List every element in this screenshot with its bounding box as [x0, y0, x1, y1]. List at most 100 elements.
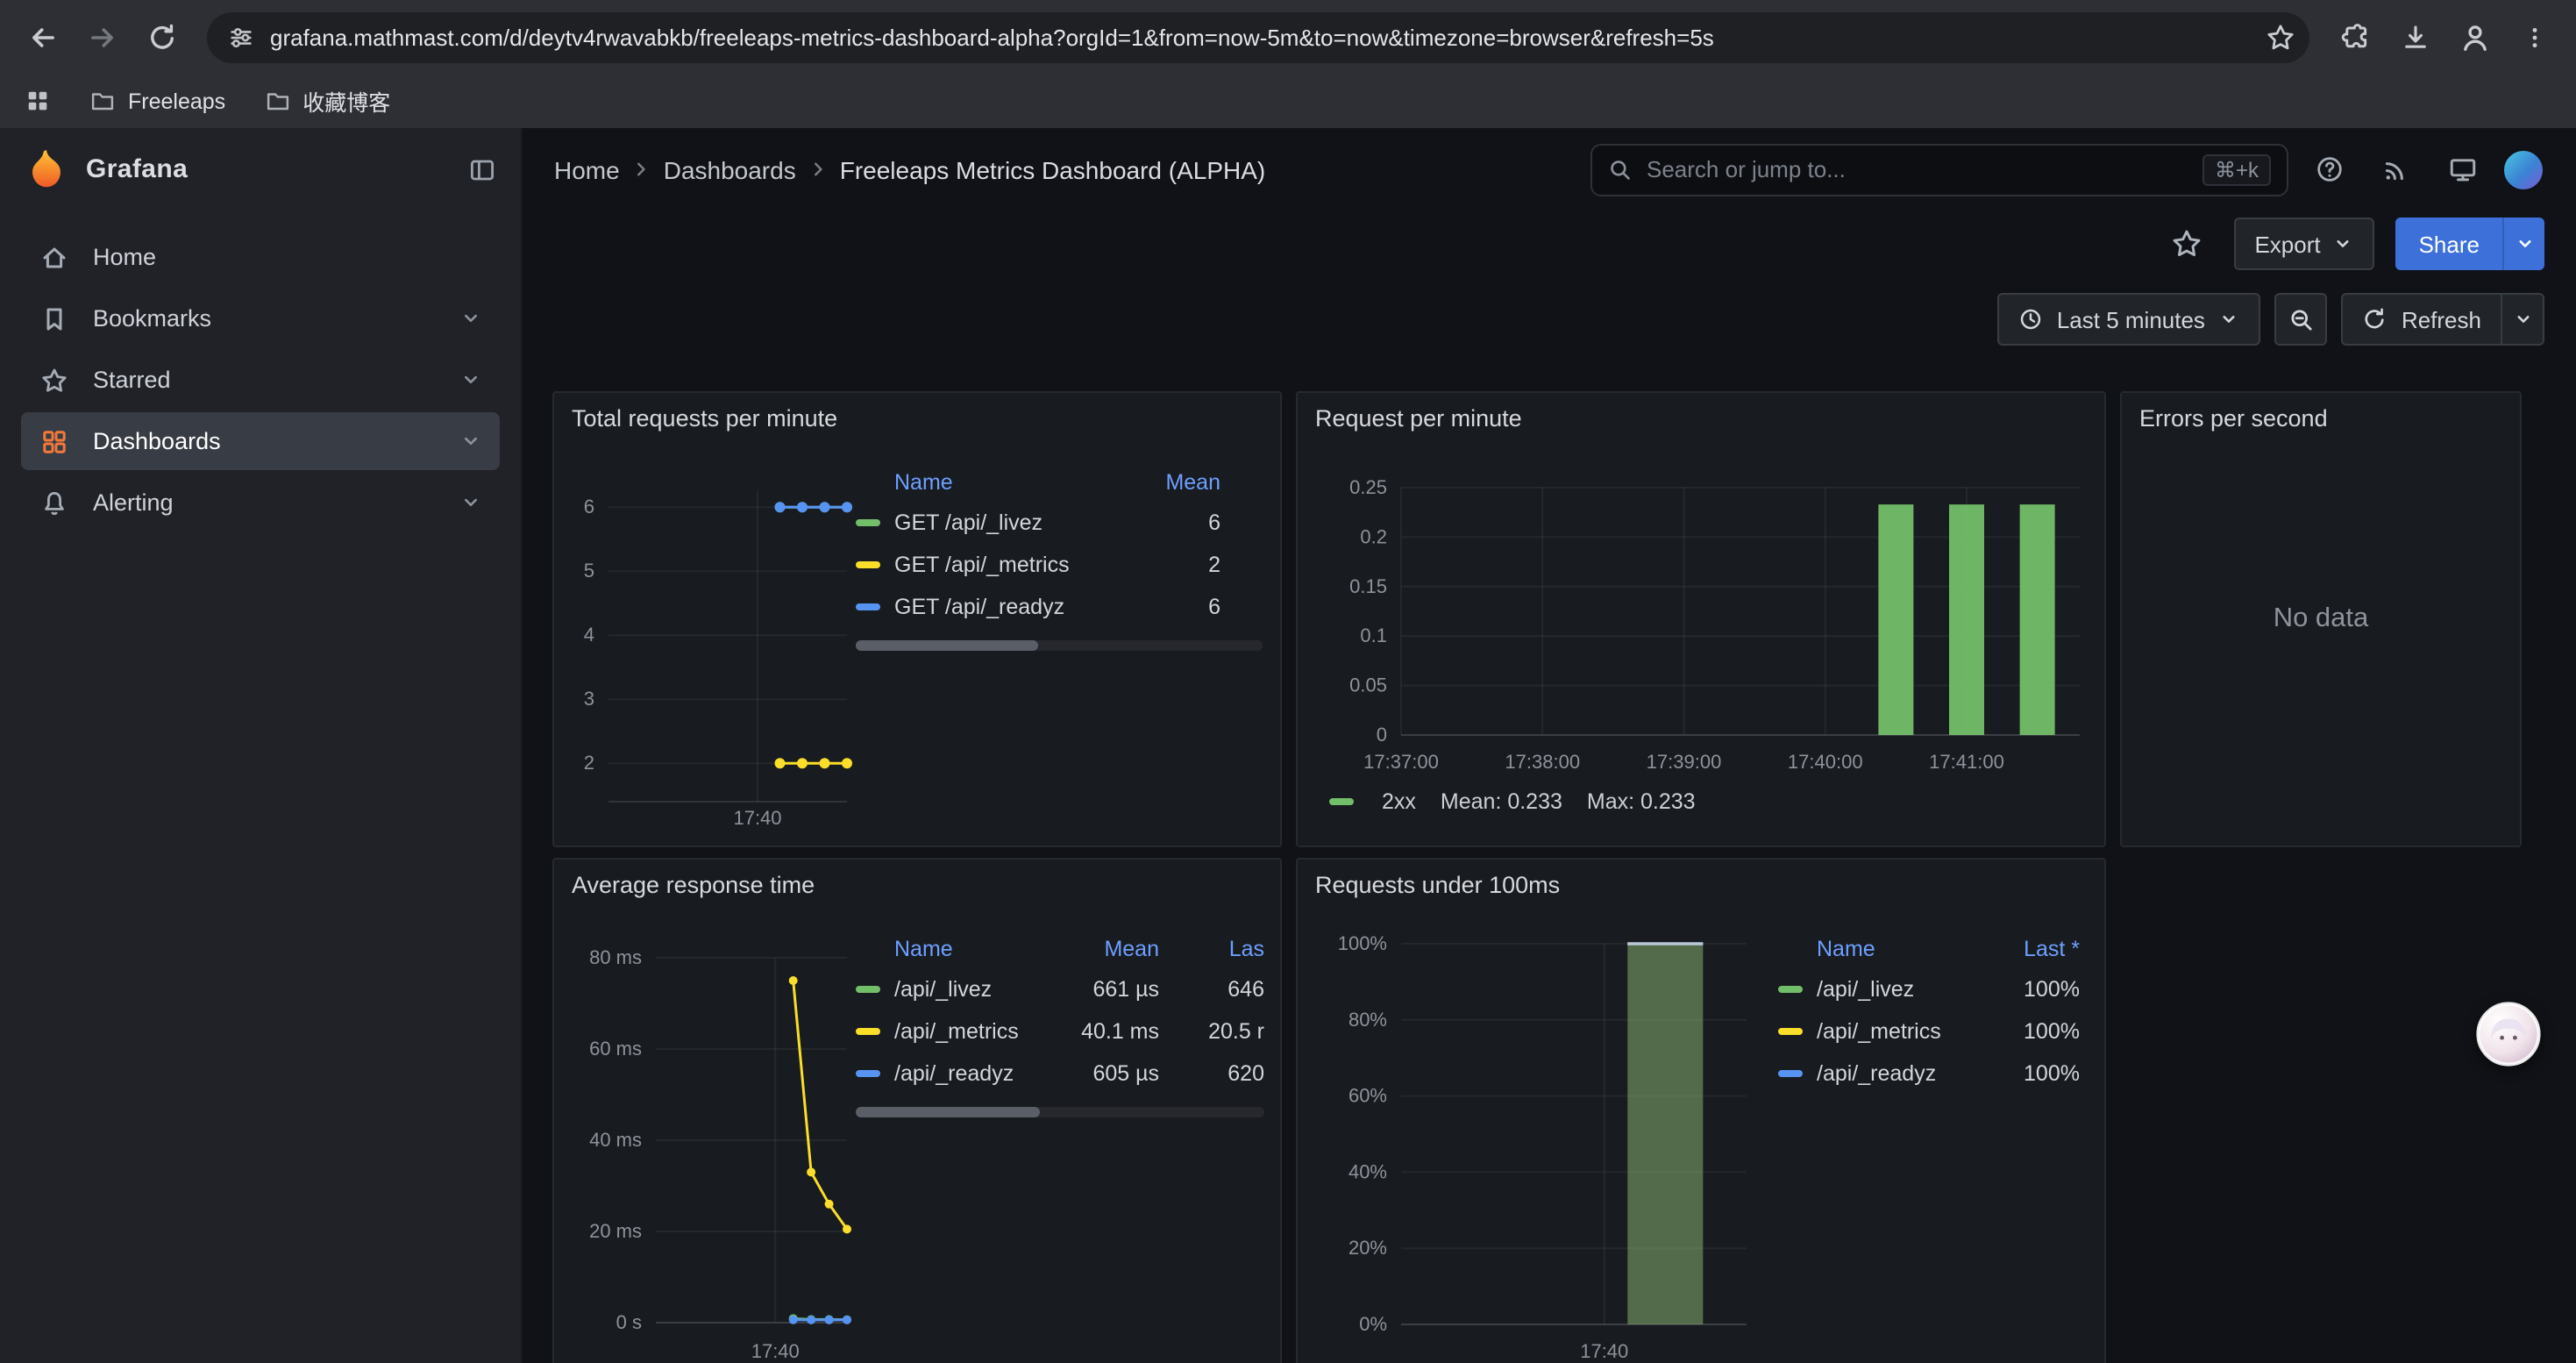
user-avatar[interactable] — [2502, 148, 2544, 190]
search-input[interactable]: Search or jump to... ⌘+k — [1590, 143, 2288, 196]
svg-text:0.25: 0.25 — [1349, 476, 1387, 498]
series-last: 100% — [1989, 1019, 2080, 1044]
browser-menu-icon[interactable] — [2506, 9, 2562, 65]
svg-text:17:40: 17:40 — [733, 807, 781, 829]
series-name[interactable]: GET /api/_metrics — [894, 553, 1115, 577]
forward-icon[interactable] — [74, 9, 130, 65]
request-per-minute-chart[interactable]: 00.050.10.150.20.2517:37:0017:38:0017:39… — [1299, 395, 2106, 847]
time-range-picker[interactable]: Last 5 minutes — [1997, 293, 2261, 346]
export-button[interactable]: Export — [2233, 218, 2374, 270]
panel-total-requests-per-minute[interactable]: Total requests per minute 2345617:40 Nam… — [552, 391, 1282, 847]
site-settings-icon[interactable] — [228, 24, 254, 50]
series-name[interactable]: /api/_livez — [1817, 977, 1989, 1002]
chevron-down-icon[interactable] — [459, 430, 482, 453]
grafana-logo-icon[interactable] — [25, 147, 68, 191]
svg-text:0: 0 — [1377, 724, 1387, 746]
series-name[interactable]: /api/_metrics — [1817, 1019, 1989, 1044]
zoom-out-button[interactable] — [2275, 293, 2328, 346]
series-name[interactable]: /api/_readyz — [894, 1061, 1050, 1086]
panel-request-per-minute[interactable]: Request per minute 00.050.10.150.20.2517… — [1296, 391, 2106, 847]
svg-text:2: 2 — [584, 752, 594, 774]
series-name[interactable]: 2xx — [1382, 789, 1416, 814]
series-mean: 40.1 ms — [1050, 1019, 1159, 1044]
bookmark-item-freeleaps[interactable]: Freeleaps — [89, 88, 225, 114]
chevron-down-icon[interactable] — [459, 491, 482, 514]
legend-header-mean[interactable]: Mean — [1115, 470, 1220, 495]
legend-header-mean[interactable]: Mean — [1050, 937, 1159, 961]
legend-header-name[interactable]: Name — [1778, 937, 1989, 961]
series-mean: 605 µs — [1050, 1061, 1159, 1086]
sidebar-item-home[interactable]: Home — [21, 228, 500, 286]
legend-header-last[interactable]: Las — [1173, 937, 1264, 961]
svg-text:60%: 60% — [1348, 1085, 1387, 1107]
kiosk-monitor-icon[interactable] — [2436, 143, 2488, 196]
series-name[interactable]: /api/_readyz — [1817, 1061, 1989, 1086]
sidebar-item-dashboards[interactable]: Dashboards — [21, 412, 500, 470]
series-name[interactable]: GET /api/_readyz — [894, 595, 1115, 619]
bookmark-page-icon[interactable] — [2266, 22, 2295, 52]
legend-row: /api/_livez 661 µs 646 — [856, 968, 1264, 1010]
apps-grid-icon[interactable] — [25, 88, 51, 114]
sidebar-item-alerting[interactable]: Alerting — [21, 474, 500, 532]
series-swatch — [856, 603, 880, 610]
legend-header-name[interactable]: Name — [856, 470, 1115, 495]
legend-scrollbar[interactable] — [856, 1107, 1264, 1117]
collapse-menu-icon[interactable] — [468, 155, 496, 183]
assistant-avatar[interactable] — [2476, 1002, 2541, 1067]
svg-text:17:40: 17:40 — [751, 1340, 800, 1362]
help-icon[interactable] — [2302, 143, 2355, 196]
search-icon — [1608, 157, 1633, 182]
scrollbar-thumb[interactable] — [856, 1107, 1040, 1117]
panel-title[interactable]: Total requests per minute — [572, 405, 837, 432]
breadcrumb-home[interactable]: Home — [554, 155, 620, 183]
legend-header-last[interactable]: Last * — [1989, 937, 2080, 961]
brand-row: Grafana — [0, 128, 521, 211]
series-name[interactable]: /api/_metrics — [894, 1019, 1050, 1044]
refresh-button[interactable]: Refresh — [2342, 293, 2502, 346]
series-name[interactable]: GET /api/_livez — [894, 510, 1115, 535]
breadcrumb-dashboards[interactable]: Dashboards — [664, 155, 796, 183]
panel-title[interactable]: Requests under 100ms — [1315, 872, 1560, 898]
sidebar-item-label: Starred — [93, 367, 171, 393]
extensions-icon[interactable] — [2327, 9, 2383, 65]
svg-text:0.05: 0.05 — [1349, 674, 1387, 696]
scrollbar-thumb[interactable] — [856, 640, 1039, 651]
share-split-button: Share — [2396, 218, 2544, 270]
panel-requests-under-100ms[interactable]: Requests under 100ms 0%20%40%60%80%100%1… — [1296, 858, 2106, 1363]
downloads-icon[interactable] — [2387, 9, 2443, 65]
chevron-down-icon[interactable] — [459, 368, 482, 391]
refresh-label: Refresh — [2402, 306, 2481, 332]
share-button[interactable]: Share — [2396, 218, 2502, 270]
share-menu-caret[interactable] — [2502, 218, 2544, 270]
chevron-right-icon — [632, 160, 651, 179]
panel-title[interactable]: Average response time — [572, 872, 815, 898]
favorite-star-icon[interactable] — [2160, 218, 2212, 270]
reload-icon[interactable] — [133, 9, 189, 65]
series-mean: 2 — [1115, 553, 1220, 577]
panel-errors-per-second[interactable]: Errors per second No data — [2120, 391, 2522, 847]
url-bar[interactable]: grafana.mathmast.com/d/deytv4rwavabkb/fr… — [207, 11, 2309, 62]
chevron-down-icon[interactable] — [459, 307, 482, 330]
legend-row: /api/_livez 100% — [1778, 968, 2080, 1010]
dashboard-actions: Export Share — [523, 211, 2576, 277]
series-name[interactable]: /api/_livez — [894, 977, 1050, 1002]
svg-text:80%: 80% — [1348, 1009, 1387, 1031]
refresh-interval-caret[interactable] — [2502, 293, 2544, 346]
series-mean: 661 µs — [1050, 977, 1159, 1002]
svg-text:5: 5 — [584, 560, 594, 582]
bookmark-item-blogs[interactable]: 收藏博客 — [264, 84, 390, 118]
sidebar-item-starred[interactable]: Starred — [21, 351, 500, 409]
series-swatch — [1778, 986, 1803, 993]
series-swatch — [1778, 1028, 1803, 1035]
sidebar-item-bookmarks[interactable]: Bookmarks — [21, 289, 500, 347]
legend-header-name[interactable]: Name — [856, 937, 1050, 961]
svg-text:3: 3 — [584, 688, 594, 710]
panel-average-response-time[interactable]: Average response time 0 s20 ms40 ms60 ms… — [552, 858, 1282, 1363]
back-icon[interactable] — [14, 9, 70, 65]
panel-title[interactable]: Request per minute — [1315, 405, 1522, 432]
profile-icon[interactable] — [2446, 9, 2502, 65]
legend-scrollbar[interactable] — [856, 640, 1263, 651]
star-icon — [39, 366, 70, 394]
series-swatch — [856, 519, 880, 526]
news-rss-icon[interactable] — [2369, 143, 2422, 196]
